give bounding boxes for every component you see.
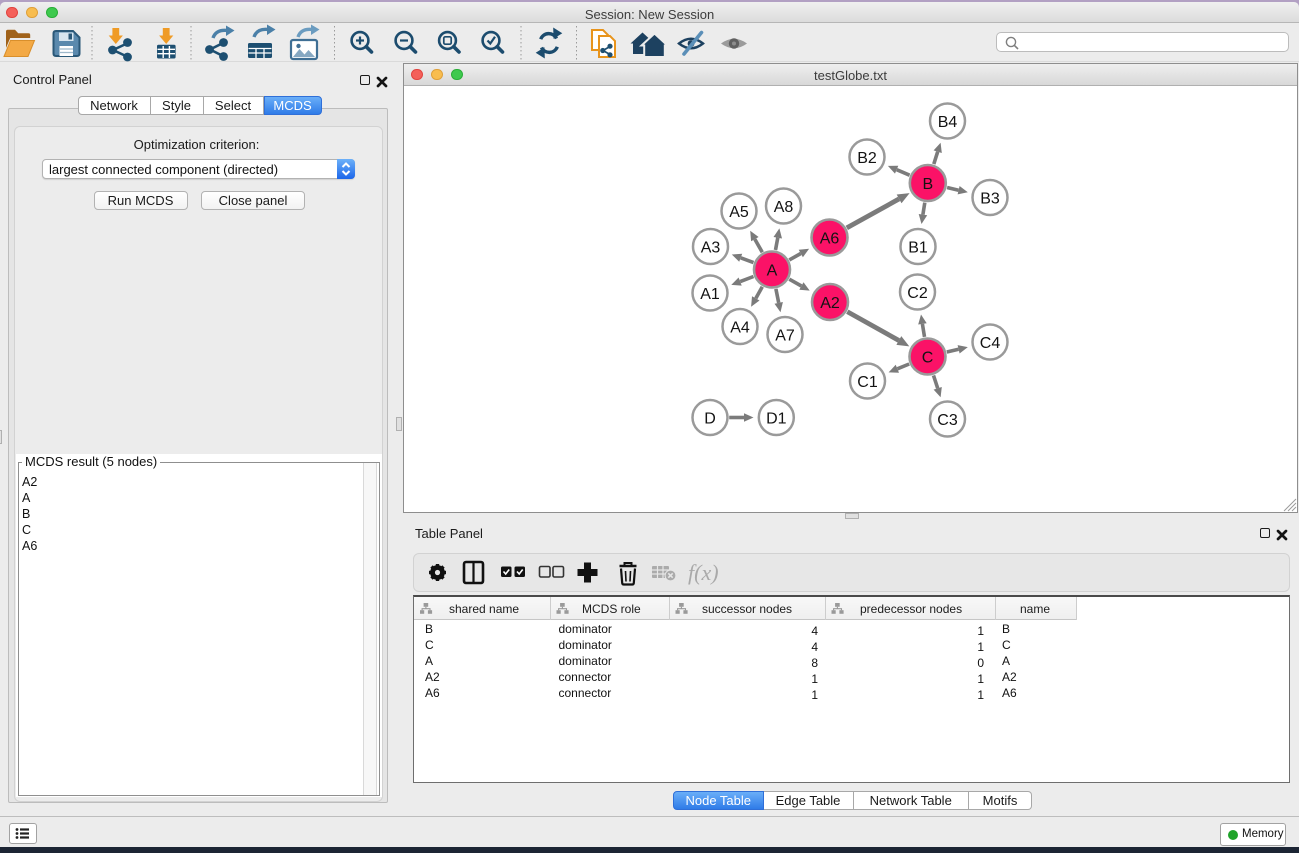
svg-text:A3: A3 (701, 239, 721, 256)
svg-text:B1: B1 (908, 239, 928, 256)
svg-text:C3: C3 (937, 412, 958, 429)
svg-text:C4: C4 (980, 335, 1001, 352)
svg-text:A8: A8 (774, 199, 794, 216)
svg-text:B4: B4 (938, 114, 958, 131)
svg-text:f(x): f(x) (688, 560, 719, 585)
svg-text:C: C (922, 349, 934, 366)
svg-text:A5: A5 (729, 204, 749, 221)
svg-text:A1: A1 (700, 286, 720, 303)
svg-text:A: A (767, 262, 778, 279)
svg-text:B2: B2 (857, 150, 877, 167)
svg-text:B3: B3 (980, 190, 1000, 207)
svg-text:C2: C2 (907, 285, 928, 302)
svg-text:C1: C1 (857, 374, 878, 391)
svg-text:A2: A2 (820, 295, 840, 312)
svg-text:A6: A6 (820, 230, 840, 247)
svg-text:A7: A7 (775, 327, 795, 344)
svg-text:D: D (704, 410, 716, 427)
svg-text:B: B (922, 176, 933, 193)
svg-text:D1: D1 (766, 410, 787, 427)
svg-text:A4: A4 (730, 319, 750, 336)
